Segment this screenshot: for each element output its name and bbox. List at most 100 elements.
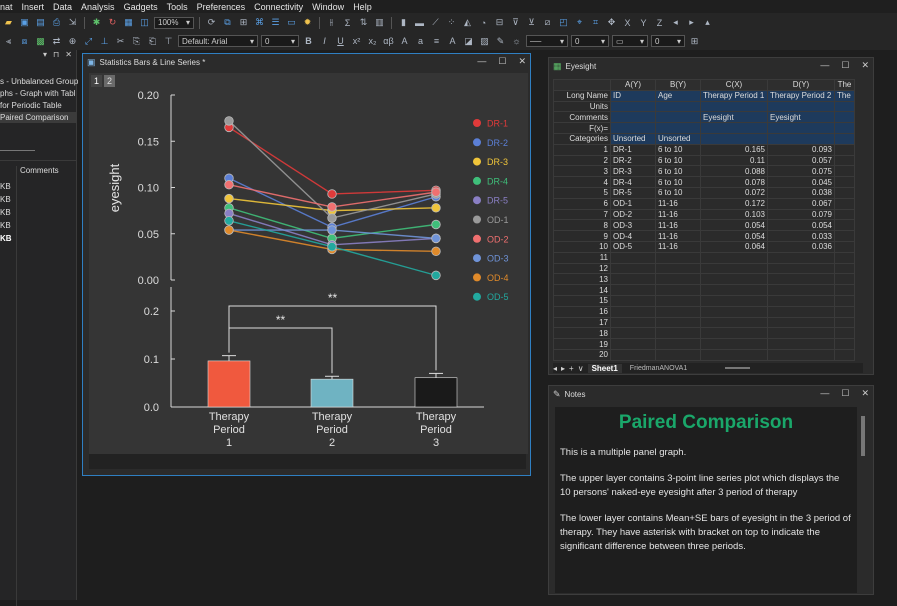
- run-icon[interactable]: ✱: [90, 16, 103, 29]
- worksheet-cell[interactable]: [834, 122, 855, 134]
- worksheet-cell[interactable]: OD-4: [610, 230, 656, 242]
- worksheet-cell[interactable]: OD-5: [610, 240, 656, 253]
- worksheet-row[interactable]: F(x)=: [553, 122, 855, 134]
- worksheet-cell[interactable]: [700, 100, 768, 113]
- worksheet-cell[interactable]: 0.045: [767, 176, 835, 188]
- command-window-icon[interactable]: ▭: [285, 16, 298, 29]
- worksheet-cell[interactable]: 0.033: [767, 230, 835, 242]
- worksheet-row[interactable]: 14: [553, 284, 855, 296]
- data-selector-icon[interactable]: ⌗: [589, 16, 602, 29]
- worksheet-cell[interactable]: [834, 100, 855, 113]
- save-template-icon[interactable]: ▤: [34, 16, 47, 29]
- row-header[interactable]: 7: [553, 208, 611, 221]
- save-icon[interactable]: ▣: [18, 16, 31, 29]
- menu-item[interactable]: Insert: [22, 2, 45, 12]
- pin2-icon[interactable]: ⊓: [53, 50, 59, 62]
- bold-icon[interactable]: B: [302, 35, 315, 48]
- row-header[interactable]: F(x)=: [553, 122, 611, 134]
- brush-icon[interactable]: ✎: [494, 35, 507, 48]
- sheet-menu-icon[interactable]: ∨: [578, 364, 584, 373]
- sort-icon[interactable]: ⇅: [357, 16, 370, 29]
- worksheet-cell[interactable]: [700, 122, 768, 134]
- worksheet-cell[interactable]: [610, 251, 656, 264]
- worksheet-cell[interactable]: 0.054: [700, 219, 768, 232]
- worksheet-cell[interactable]: OD-1: [610, 197, 656, 210]
- sheet-tab[interactable]: FriedmanANOVA1: [626, 365, 691, 372]
- new-graph-icon[interactable]: ◫: [138, 16, 151, 29]
- row-header[interactable]: Categories: [553, 132, 611, 145]
- worksheet-cell[interactable]: 0.038: [767, 186, 835, 199]
- chart-svg[interactable]: 0.00 0.05 0.10 0.15 0.20 eyesight DR-1 DR-2 DR-3…: [89, 73, 528, 454]
- group-icon[interactable]: ⧈: [18, 35, 31, 48]
- worksheet-cell[interactable]: [834, 316, 855, 329]
- worksheet-cell[interactable]: Eyesight: [767, 111, 835, 124]
- graph-titlebar[interactable]: ▣ Statistics Bars & Line Series * — ☐ ✕: [83, 54, 530, 71]
- worksheet-cell[interactable]: ID: [610, 89, 656, 102]
- notes-window[interactable]: ✎ Notes — ☐ ✕ Paired Comparison This is …: [548, 385, 874, 595]
- copy-icon[interactable]: ⎘: [130, 35, 143, 48]
- worksheet-cell[interactable]: 0.093: [767, 143, 835, 156]
- tree-item[interactable]: s - Unbalanced Group: [0, 77, 78, 86]
- worksheet-cell[interactable]: [767, 262, 835, 275]
- worksheet-row[interactable]: 17: [553, 316, 855, 329]
- excel-icon[interactable]: ▩: [34, 35, 47, 48]
- worksheet-row[interactable]: 10 OD-5 11-16 0.064 0.036: [553, 240, 855, 253]
- close-icon[interactable]: ✕: [861, 60, 869, 71]
- worksheet-cell[interactable]: [767, 327, 835, 340]
- worksheet-cell[interactable]: DR-5: [610, 186, 656, 199]
- add-sheet-icon[interactable]: +: [569, 364, 574, 373]
- row-header[interactable]: 10: [553, 240, 611, 253]
- merge-icon[interactable]: ⊕: [66, 35, 79, 48]
- row-header[interactable]: Long Name: [553, 89, 611, 102]
- worksheet-cell[interactable]: [834, 208, 855, 221]
- fill-icon[interactable]: ▥: [373, 16, 386, 29]
- graph-window[interactable]: ▣ Statistics Bars & Line Series * — ☐ ✕ …: [82, 53, 531, 476]
- worksheet-cell[interactable]: [834, 251, 855, 264]
- superscript-icon[interactable]: x²: [350, 35, 363, 48]
- row-header[interactable]: 12: [553, 262, 611, 275]
- worksheet-grid[interactable]: A(Y) B(Y) C(X) D(Y) The Long Name ID Age Therapy…: [553, 79, 855, 361]
- worksheet-row[interactable]: 8 OD-3 11-16 0.054 0.054: [553, 219, 855, 232]
- worksheet-row[interactable]: 4 DR-4 6 to 10 0.078 0.045: [553, 176, 855, 188]
- tree-item-selected[interactable]: Paired Comparison: [0, 112, 77, 123]
- row-header[interactable]: 6: [553, 197, 611, 210]
- worksheet-cell[interactable]: [700, 348, 768, 361]
- subscript-icon[interactable]: x₂: [366, 35, 379, 48]
- zoom-select[interactable]: 100% ▾: [154, 16, 194, 29]
- menu-item[interactable]: Window: [312, 2, 344, 12]
- x-axis-icon[interactable]: X: [621, 16, 634, 29]
- pie-icon[interactable]: ◔: [477, 16, 490, 29]
- format-icon[interactable]: ⊤: [162, 35, 175, 48]
- worksheet-cell[interactable]: 0.165: [700, 143, 768, 156]
- underline-icon[interactable]: U: [334, 35, 347, 48]
- worksheet-cell[interactable]: 0.11: [700, 154, 768, 167]
- shape-size-select[interactable]: 0 ▾: [651, 35, 685, 47]
- worksheet-cell[interactable]: [700, 251, 768, 264]
- greek-icon[interactable]: αβ: [382, 35, 395, 48]
- worksheet-cell[interactable]: [655, 111, 701, 124]
- row-header[interactable]: 16: [553, 305, 611, 318]
- filter-icon[interactable]: ⊽: [509, 16, 522, 29]
- line-style-select[interactable]: ── ▾: [526, 35, 568, 47]
- row-header[interactable]: 8: [553, 219, 611, 232]
- recalculate-icon[interactable]: ↻: [106, 16, 119, 29]
- worksheet-row[interactable]: 18: [553, 327, 855, 340]
- move-icon[interactable]: ✥: [605, 16, 618, 29]
- worksheet-cell[interactable]: DR-4: [610, 176, 656, 188]
- menu-item[interactable]: Connectivity: [254, 2, 303, 12]
- worksheet-cell[interactable]: [834, 284, 855, 296]
- close-icon[interactable]: ✕: [861, 388, 869, 399]
- worksheet-window[interactable]: ▦ Eyesight — ☐ ✕ A(Y) B(Y) C(X) D(Y) The Long…: [548, 57, 874, 375]
- tree-item[interactable]: phs - Graph with Tabl: [0, 89, 75, 98]
- horizontal-scrollbar[interactable]: [725, 367, 751, 369]
- worksheet-cell[interactable]: [655, 338, 701, 350]
- worksheet-row[interactable]: 1 DR-1 6 to 10 0.165 0.093: [553, 143, 855, 156]
- worksheet-cell[interactable]: [834, 143, 855, 156]
- column-header[interactable]: D(Y): [767, 79, 835, 91]
- area-icon[interactable]: ◭: [461, 16, 474, 29]
- worksheet-cell[interactable]: DR-3: [610, 165, 656, 178]
- pattern-icon[interactable]: ▨: [478, 35, 491, 48]
- row-header[interactable]: 15: [553, 294, 611, 307]
- worksheet-cell[interactable]: 0.072: [700, 186, 768, 199]
- close-icon[interactable]: ✕: [65, 50, 72, 62]
